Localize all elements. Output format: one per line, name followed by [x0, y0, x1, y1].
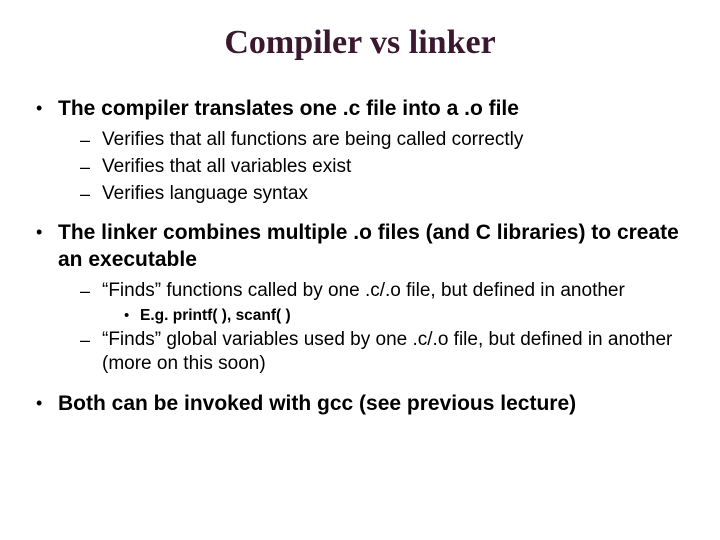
- dash-icon: –: [80, 182, 102, 206]
- bullet-text: The compiler translates one .c file into…: [58, 96, 519, 122]
- list-item: • Both can be invoked with gcc (see prev…: [36, 391, 684, 417]
- sub-bullet-text: Verifies that all variables exist: [102, 155, 351, 180]
- list-item: – “Finds” global variables used by one .…: [80, 328, 684, 377]
- slide-title: Compiler vs linker: [36, 24, 684, 62]
- list-item: – Verifies that all functions are being …: [80, 128, 684, 153]
- sub-bullet-text: “Finds” functions called by one .c/.o fi…: [102, 279, 625, 304]
- bullet-icon: •: [36, 391, 58, 415]
- sub-bullet-text: Verifies language syntax: [102, 182, 308, 207]
- sub-sub-list: • E.g. printf( ), scanf( ): [80, 306, 684, 326]
- list-item: • E.g. printf( ), scanf( ): [124, 306, 684, 326]
- sub-list: – Verifies that all functions are being …: [36, 128, 684, 206]
- sub-bullet-text: “Finds” global variables used by one .c/…: [102, 328, 684, 377]
- sub-list: – “Finds” functions called by one .c/.o …: [36, 279, 684, 377]
- bullet-text: The linker combines multiple .o files (a…: [58, 220, 684, 273]
- bullet-text: Both can be invoked with gcc (see previo…: [58, 391, 576, 417]
- sub-sub-bullet-text: E.g. printf( ), scanf( ): [140, 306, 291, 326]
- list-item: • The linker combines multiple .o files …: [36, 220, 684, 377]
- bullet-icon: •: [124, 306, 140, 326]
- list-item: – Verifies that all variables exist: [80, 155, 684, 180]
- bullet-icon: •: [36, 220, 58, 244]
- dash-icon: –: [80, 279, 102, 303]
- bullet-list: • The compiler translates one .c file in…: [36, 96, 684, 417]
- dash-icon: –: [80, 128, 102, 152]
- dash-icon: –: [80, 328, 102, 352]
- dash-icon: –: [80, 155, 102, 179]
- list-item: • The compiler translates one .c file in…: [36, 96, 684, 206]
- sub-bullet-text: Verifies that all functions are being ca…: [102, 128, 523, 153]
- bullet-icon: •: [36, 96, 58, 120]
- list-item: – “Finds” functions called by one .c/.o …: [80, 279, 684, 326]
- list-item: – Verifies language syntax: [80, 182, 684, 207]
